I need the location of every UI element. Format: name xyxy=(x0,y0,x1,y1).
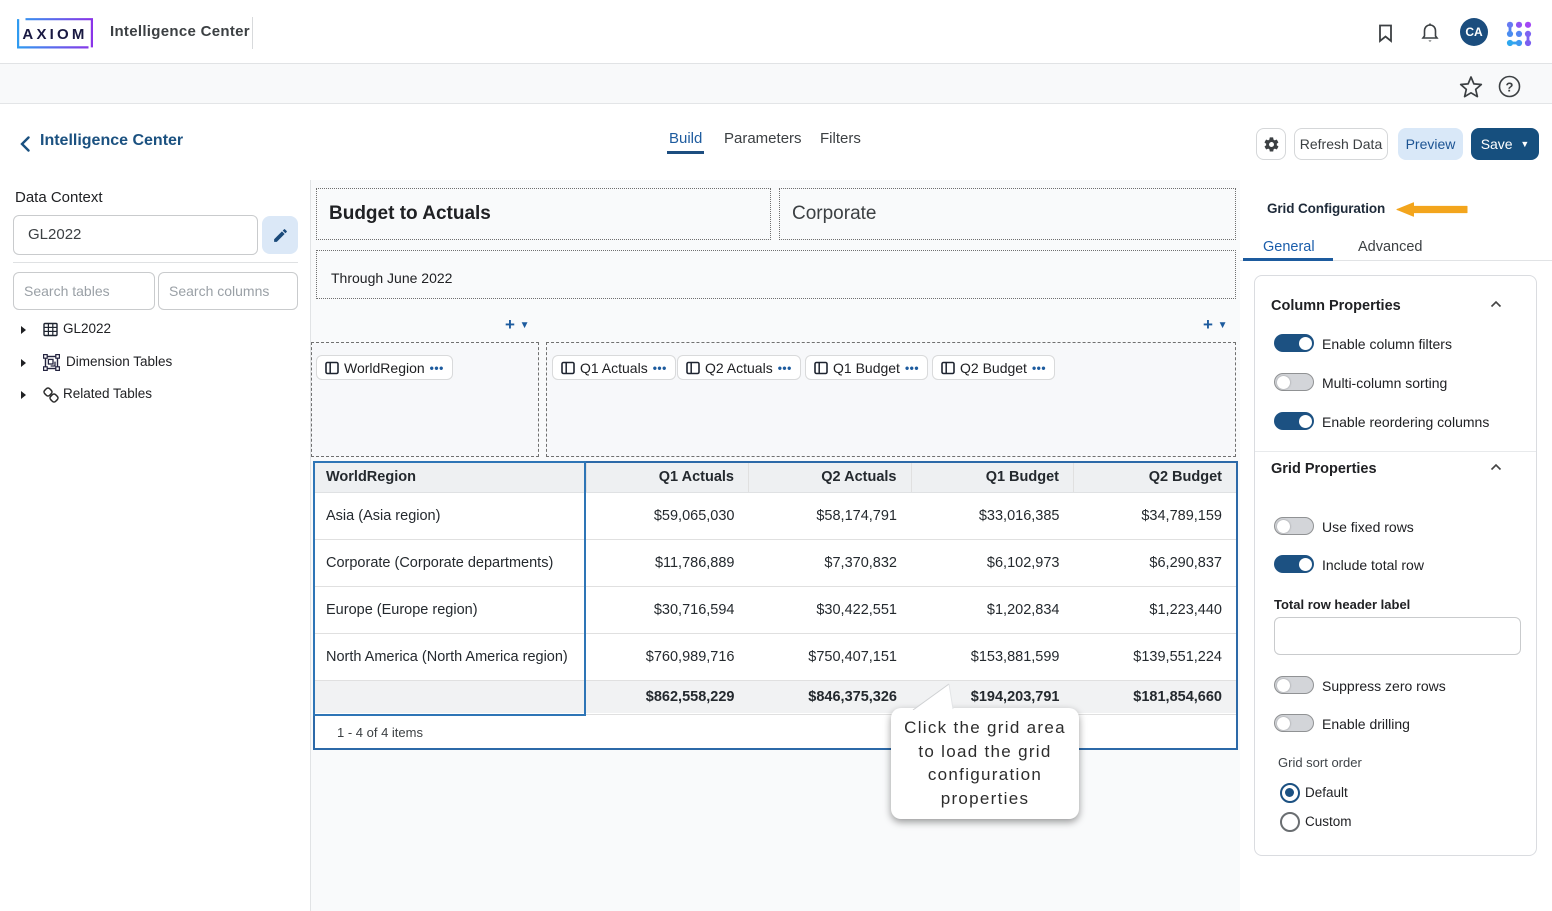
svg-text:AXIOM: AXIOM xyxy=(22,26,87,43)
svg-text:?: ? xyxy=(1506,79,1514,94)
